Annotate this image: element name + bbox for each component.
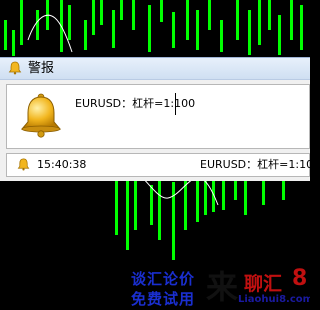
candle-bar (220, 20, 223, 52)
watermark-brand: 聊汇 (244, 273, 283, 295)
candle-bar (278, 15, 281, 55)
watermark-brand-digit: 8 (292, 266, 308, 291)
candle-bar (126, 180, 129, 250)
candle-bar (290, 0, 293, 40)
candle-bar (112, 10, 115, 48)
candle-bar (148, 5, 151, 52)
bell-icon (8, 61, 22, 75)
candle-bar (172, 12, 175, 48)
alert-list[interactable]: 15:40:38 EURUSD：杠杆=1:100 (6, 153, 310, 177)
watermark-lai: 来 (206, 268, 239, 306)
candle-bar (92, 0, 95, 35)
dialog-titlebar[interactable]: 警报 (0, 58, 310, 80)
candle-bar (248, 10, 251, 55)
candle-bar (68, 5, 71, 40)
candle-bar (132, 0, 135, 30)
candle-bar (150, 185, 153, 225)
candle-bar (234, 178, 237, 200)
candle-bar (300, 5, 303, 50)
screen: 警报 EURUSD：杠杆=1:100 15:40:38 EURUSD：杠杆=1:… (0, 0, 310, 310)
watermark-slogan-1: 谈汇论价 (131, 270, 196, 288)
watermark-logo: 谈汇论价 免费试用 来 聊汇 8 Liaohui8.com (126, 266, 310, 310)
candle-bar (244, 176, 247, 215)
text-cursor (175, 93, 176, 115)
message-panel: EURUSD：杠杆=1:100 (6, 84, 310, 149)
price-line (27, 14, 73, 53)
candle-bar (186, 0, 189, 40)
watermark-domain: Liaohui8.com (238, 294, 310, 305)
candle-bar (236, 0, 239, 40)
bell-icon (17, 158, 30, 171)
alert-message: EURUSD：杠杆=1:100 (75, 97, 196, 110)
candle-bar (172, 182, 175, 260)
candle-bar (12, 30, 15, 56)
alert-time: 15:40:38 (37, 158, 87, 171)
bell-icon (20, 93, 62, 138)
candle-bar (20, 0, 23, 45)
candle-bar (208, 0, 211, 30)
alert-row-message: EURUSD：杠杆=1:100 (200, 158, 310, 171)
candle-bar (160, 0, 163, 22)
alert-dialog: 警报 EURUSD：杠杆=1:100 15:40:38 EURUSD：杠杆=1:… (0, 57, 310, 181)
candle-bar (36, 10, 39, 40)
candle-bar (268, 0, 271, 30)
candle-bar (222, 178, 225, 210)
candle-bar (158, 178, 161, 240)
candle-bar (196, 180, 199, 222)
candle-bar (120, 0, 123, 20)
candle-bar (258, 0, 261, 45)
dialog-title: 警报 (28, 61, 55, 76)
candle-bar (196, 10, 199, 50)
candle-bar (4, 20, 7, 50)
candle-bar (100, 0, 103, 25)
watermark-slogan-2: 免费试用 (131, 290, 196, 308)
candle-bar (134, 175, 137, 230)
candle-bar (84, 20, 87, 50)
